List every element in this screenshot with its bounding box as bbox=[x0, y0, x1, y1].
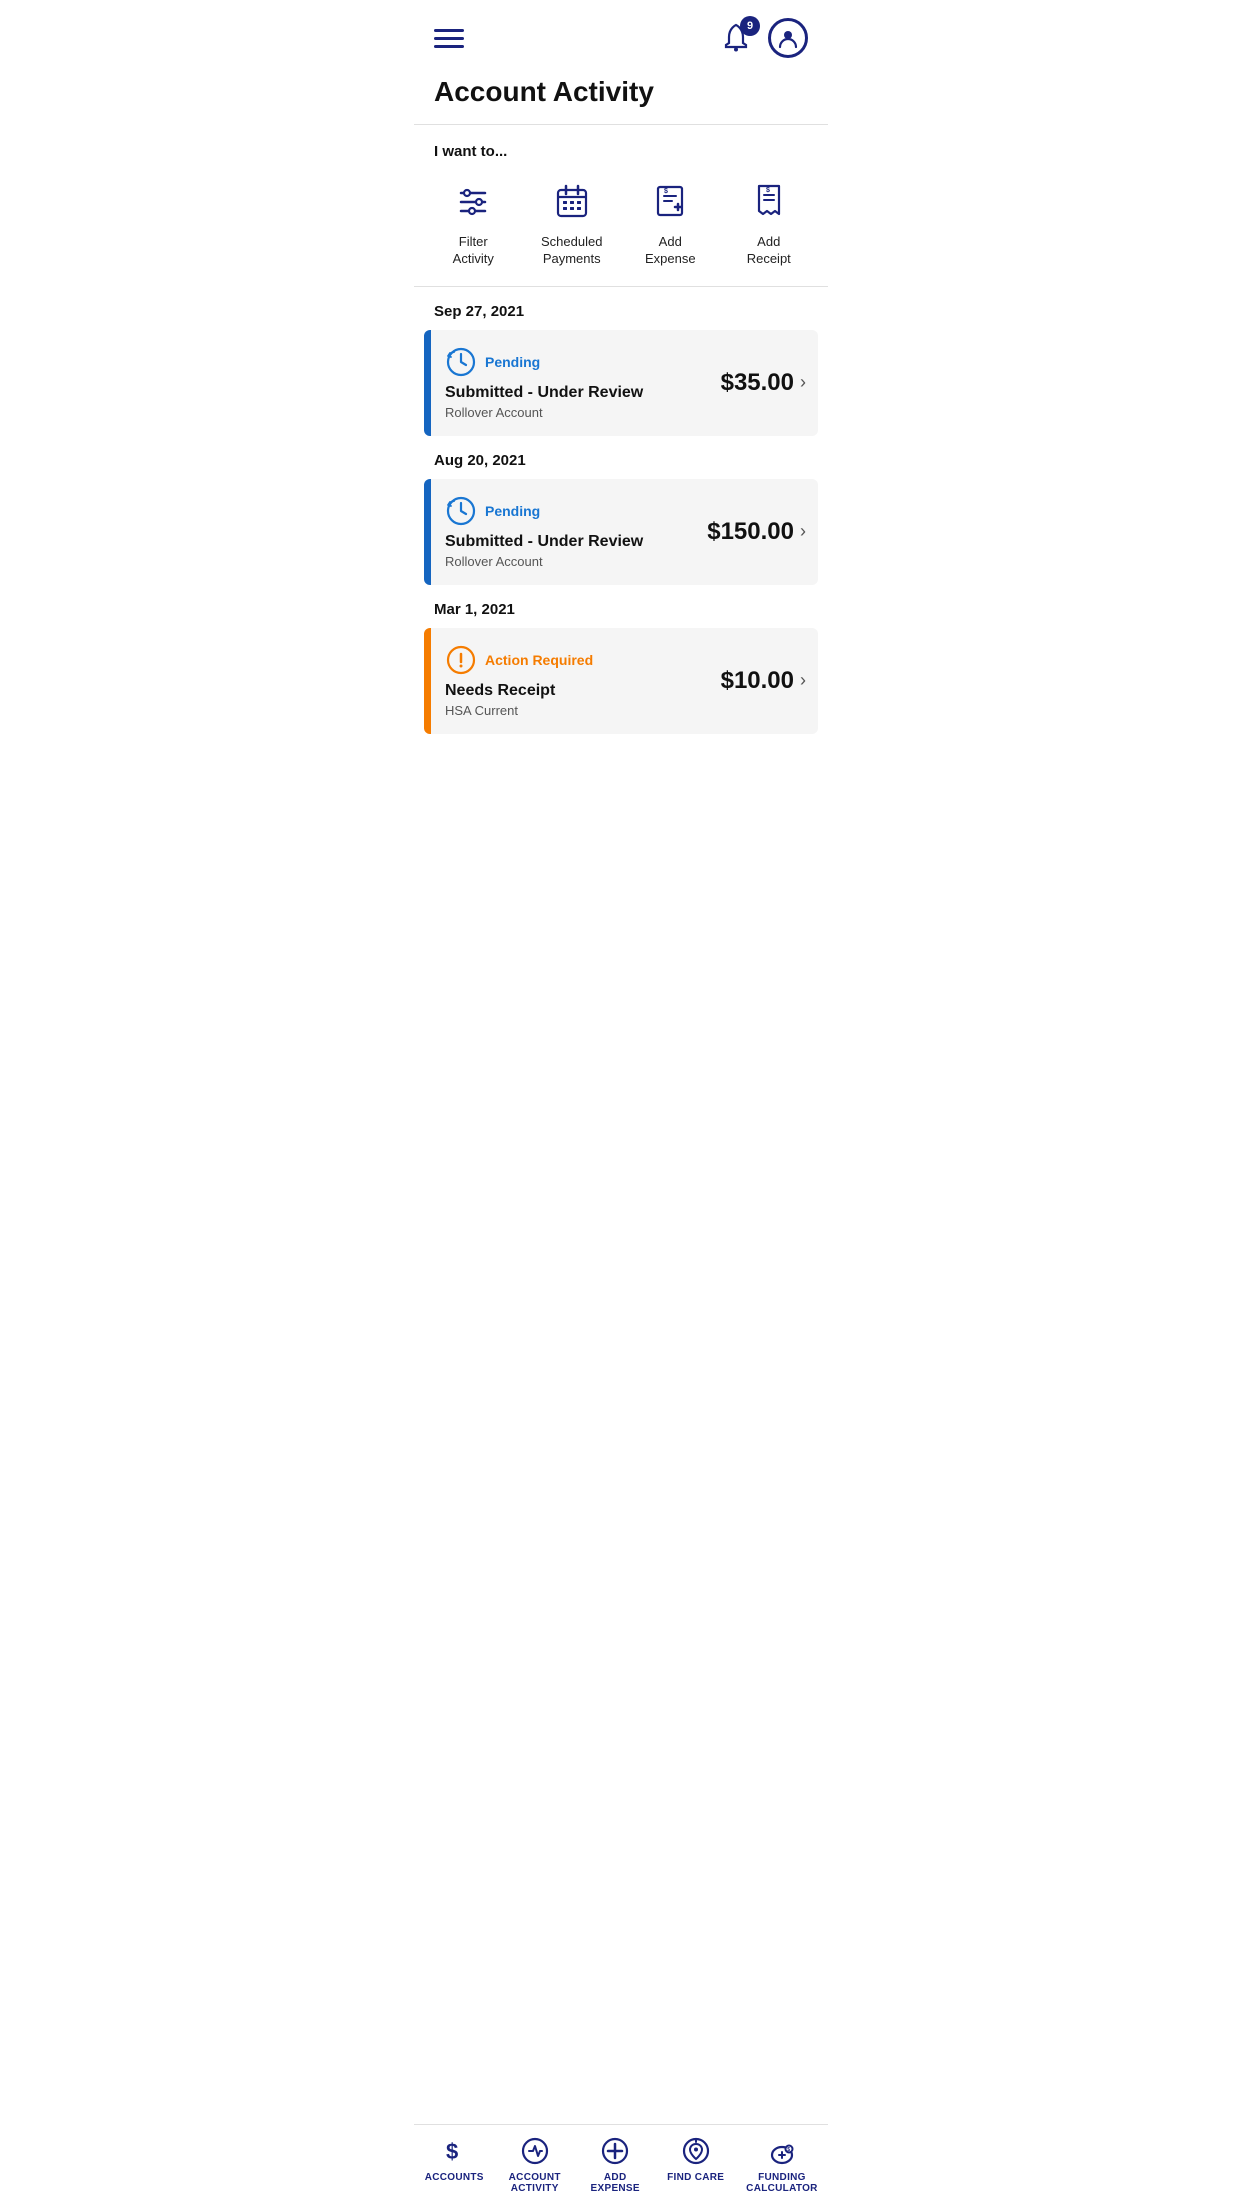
svg-text:$: $ bbox=[446, 2139, 458, 2164]
add-receipt-label: AddReceipt bbox=[747, 234, 791, 268]
nav-funding-calculator[interactable]: $ FUNDING CALCULATOR bbox=[746, 2135, 818, 2194]
accounts-icon: $ bbox=[438, 2135, 470, 2167]
activity-section: Sep 27, 2021 Pending Submitted - Und bbox=[414, 287, 828, 834]
activity-card-3[interactable]: Action Required Needs Receipt HSA Curren… bbox=[424, 628, 818, 734]
pending-clock-icon-1 bbox=[445, 346, 477, 378]
funding-calculator-icon: $ bbox=[766, 2135, 798, 2167]
nav-add-expense-label: ADD EXPENSE bbox=[591, 2172, 640, 2194]
card-amount-3: $10.00 bbox=[721, 667, 794, 695]
card-subtitle-1: Rollover Account bbox=[445, 405, 721, 420]
svg-text:$: $ bbox=[766, 187, 770, 194]
card-content-1: Pending Submitted - Under Review Rollove… bbox=[431, 330, 818, 436]
chevron-icon-1: › bbox=[800, 372, 806, 393]
quick-actions-section: I want to... FilterActivity bbox=[414, 125, 828, 286]
card-info-2: Pending Submitted - Under Review Rollove… bbox=[445, 495, 707, 569]
status-label-3: Action Required bbox=[485, 652, 593, 668]
date-header-mar1: Mar 1, 2021 bbox=[414, 585, 828, 628]
action-required-icon bbox=[445, 644, 477, 676]
svg-text:$: $ bbox=[664, 188, 668, 195]
date-header-aug20: Aug 20, 2021 bbox=[414, 436, 828, 479]
chevron-icon-3: › bbox=[800, 670, 806, 691]
activity-card-2[interactable]: Pending Submitted - Under Review Rollove… bbox=[424, 479, 818, 585]
card-right-3: $10.00 › bbox=[721, 667, 806, 695]
pending-clock-icon-2 bbox=[445, 495, 477, 527]
activity-card-1[interactable]: Pending Submitted - Under Review Rollove… bbox=[424, 330, 818, 436]
calendar-icon bbox=[546, 174, 598, 226]
header: 9 bbox=[414, 0, 828, 68]
add-expense-label: AddExpense bbox=[645, 234, 696, 268]
card-info-1: Pending Submitted - Under Review Rollove… bbox=[445, 346, 721, 420]
notification-badge: 9 bbox=[740, 16, 760, 36]
quick-actions-row: FilterActivity ScheduledPayments bbox=[424, 174, 818, 268]
page-title: Account Activity bbox=[414, 68, 828, 124]
card-title-3: Needs Receipt bbox=[445, 682, 721, 700]
status-label-2: Pending bbox=[485, 503, 540, 519]
card-info-3: Action Required Needs Receipt HSA Curren… bbox=[445, 644, 721, 718]
scheduled-payments-label: ScheduledPayments bbox=[541, 234, 602, 268]
card-status-row-2: Pending bbox=[445, 495, 707, 527]
nav-find-care-label: FIND CARE bbox=[667, 2172, 724, 2183]
svg-text:$: $ bbox=[787, 2147, 790, 2153]
filter-icon bbox=[447, 174, 499, 226]
card-status-row-1: Pending bbox=[445, 346, 721, 378]
add-receipt-button[interactable]: $ AddReceipt bbox=[729, 174, 809, 268]
quick-actions-label: I want to... bbox=[424, 143, 818, 174]
card-amount-2: $150.00 bbox=[707, 518, 794, 546]
card-title-2: Submitted - Under Review bbox=[445, 533, 707, 551]
card-title-1: Submitted - Under Review bbox=[445, 384, 721, 402]
date-header-sep27: Sep 27, 2021 bbox=[414, 287, 828, 330]
account-activity-icon bbox=[519, 2135, 551, 2167]
card-content-3: Action Required Needs Receipt HSA Curren… bbox=[431, 628, 818, 734]
menu-button[interactable] bbox=[434, 29, 464, 48]
find-care-icon bbox=[680, 2135, 712, 2167]
bottom-nav: $ ACCOUNTS ACCOUNT ACTIVITY ADD EXPENSE bbox=[414, 2124, 828, 2208]
card-right-1: $35.00 › bbox=[721, 369, 806, 397]
nav-accounts[interactable]: $ ACCOUNTS bbox=[424, 2135, 484, 2194]
nav-add-expense[interactable]: ADD EXPENSE bbox=[585, 2135, 645, 2194]
filter-activity-button[interactable]: FilterActivity bbox=[433, 174, 513, 268]
card-border-3 bbox=[424, 628, 431, 734]
nav-accounts-label: ACCOUNTS bbox=[425, 2172, 484, 2183]
card-right-2: $150.00 › bbox=[707, 518, 806, 546]
notification-button[interactable]: 9 bbox=[718, 20, 754, 56]
avatar-button[interactable] bbox=[768, 18, 808, 58]
nav-find-care[interactable]: FIND CARE bbox=[666, 2135, 726, 2194]
card-amount-1: $35.00 bbox=[721, 369, 794, 397]
nav-account-activity[interactable]: ACCOUNT ACTIVITY bbox=[505, 2135, 565, 2194]
chevron-icon-2: › bbox=[800, 521, 806, 542]
header-icons: 9 bbox=[718, 18, 808, 58]
nav-funding-calculator-label: FUNDING CALCULATOR bbox=[746, 2172, 818, 2194]
card-border-2 bbox=[424, 479, 431, 585]
add-receipt-icon: $ bbox=[743, 174, 795, 226]
card-subtitle-2: Rollover Account bbox=[445, 554, 707, 569]
filter-activity-label: FilterActivity bbox=[453, 234, 494, 268]
card-subtitle-3: HSA Current bbox=[445, 703, 721, 718]
status-label-1: Pending bbox=[485, 354, 540, 370]
add-expense-button[interactable]: $ AddExpense bbox=[630, 174, 710, 268]
add-expense-icon: $ bbox=[644, 174, 696, 226]
card-content-2: Pending Submitted - Under Review Rollove… bbox=[431, 479, 818, 585]
scheduled-payments-button[interactable]: ScheduledPayments bbox=[532, 174, 612, 268]
nav-account-activity-label: ACCOUNT ACTIVITY bbox=[509, 2172, 561, 2194]
add-expense-nav-icon bbox=[599, 2135, 631, 2167]
card-border-1 bbox=[424, 330, 431, 436]
card-status-row-3: Action Required bbox=[445, 644, 721, 676]
